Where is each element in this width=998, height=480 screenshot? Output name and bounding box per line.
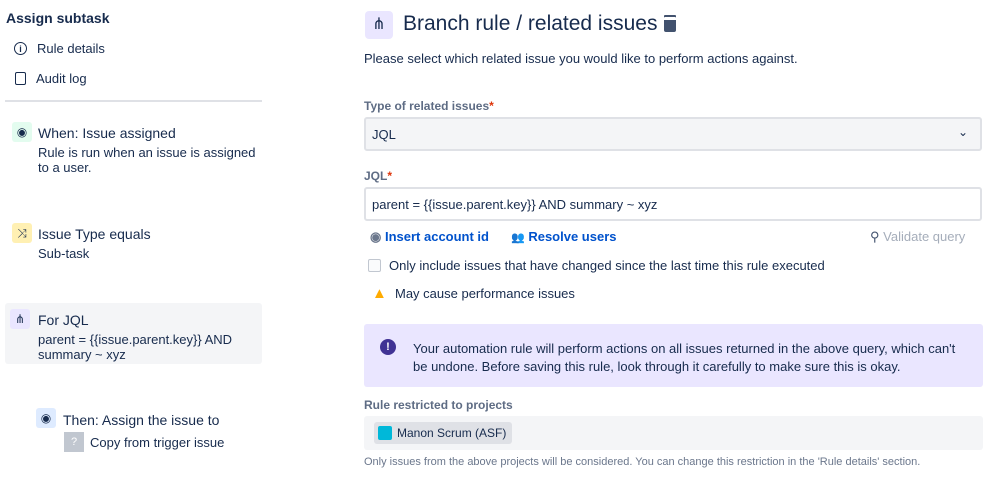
- avatar: ?: [64, 432, 84, 452]
- step-condition[interactable]: ⤨ Issue Type equals Sub-task: [5, 218, 262, 263]
- changed-only-checkbox[interactable]: [368, 259, 381, 272]
- step-desc: Sub-task: [38, 246, 90, 261]
- projects-box: Manon Scrum (ASF): [364, 416, 983, 450]
- resolve-users-link[interactable]: 👥 Resolve users: [511, 229, 617, 244]
- branch-icon: ⋔: [10, 309, 30, 329]
- type-label: Type of related issues*: [364, 99, 494, 113]
- project-name: Manon Scrum (ASF): [397, 426, 507, 440]
- type-select[interactable]: JQL ⌄: [364, 117, 982, 151]
- projects-footer: Only issues from the above projects will…: [364, 456, 921, 468]
- step-desc: Rule is run when an issue is assigned to…: [38, 145, 256, 175]
- jql-value: parent = {{issue.parent.key}} AND summar…: [372, 197, 658, 212]
- step-title: When: Issue assigned: [38, 125, 176, 141]
- project-tag: Manon Scrum (ASF): [374, 422, 513, 444]
- nav-audit-log[interactable]: Audit log: [14, 71, 87, 86]
- document-icon: [15, 72, 26, 85]
- insert-account-id-link[interactable]: ◉ Insert account id: [370, 229, 489, 245]
- chevron-down-icon: ⌄: [957, 125, 968, 139]
- nav-label: Rule details: [37, 41, 105, 56]
- step-desc: parent = {{issue.parent.key}} AND summar…: [38, 332, 233, 362]
- shuffle-icon: ⤨: [12, 223, 32, 243]
- search-icon: ⚲: [870, 229, 880, 244]
- info-icon: i: [14, 42, 27, 55]
- exclamation-icon: !: [380, 339, 396, 355]
- info-text: Your automation rule will perform action…: [413, 341, 956, 374]
- step-branch[interactable]: ⋔ For JQL parent = {{issue.parent.key}} …: [5, 303, 262, 364]
- user-circle-icon: ◉: [36, 408, 56, 428]
- jql-label: JQL*: [364, 169, 393, 183]
- step-title: Issue Type equals: [38, 226, 151, 242]
- users-icon: 👥: [511, 232, 525, 244]
- sidebar-title: Assign subtask: [6, 10, 110, 26]
- step-trigger[interactable]: ◉ When: Issue assigned Rule is run when …: [5, 116, 262, 176]
- step-action[interactable]: ◉ Then: Assign the issue to ? Copy from …: [33, 404, 262, 454]
- trash-icon[interactable]: [664, 17, 676, 32]
- branch-icon: ⋔: [365, 11, 393, 39]
- divider: [5, 100, 262, 102]
- subtitle: Please select which related issue you wo…: [364, 51, 798, 66]
- validate-query-button[interactable]: ⚲ Validate query: [870, 229, 965, 245]
- projects-label: Rule restricted to projects: [364, 398, 513, 412]
- nav-rule-details[interactable]: i Rule details: [14, 41, 105, 56]
- project-avatar-icon: [378, 426, 392, 440]
- page-title: Branch rule / related issues: [403, 12, 658, 35]
- nav-label: Audit log: [36, 71, 87, 86]
- warning-text: May cause performance issues: [395, 286, 575, 301]
- step-desc: Copy from trigger issue: [90, 435, 225, 450]
- user-circle-icon: ◉: [12, 122, 32, 142]
- user-icon: ◉: [370, 229, 382, 244]
- step-title: For JQL: [38, 312, 89, 328]
- jql-input[interactable]: parent = {{issue.parent.key}} AND summar…: [364, 187, 982, 221]
- select-value: JQL: [372, 127, 396, 142]
- warning-icon: ▲: [372, 285, 387, 302]
- info-panel: ! Your automation rule will perform acti…: [364, 324, 983, 387]
- step-title: Then: Assign the issue to: [63, 412, 220, 428]
- checkbox-label: Only include issues that have changed si…: [389, 258, 825, 273]
